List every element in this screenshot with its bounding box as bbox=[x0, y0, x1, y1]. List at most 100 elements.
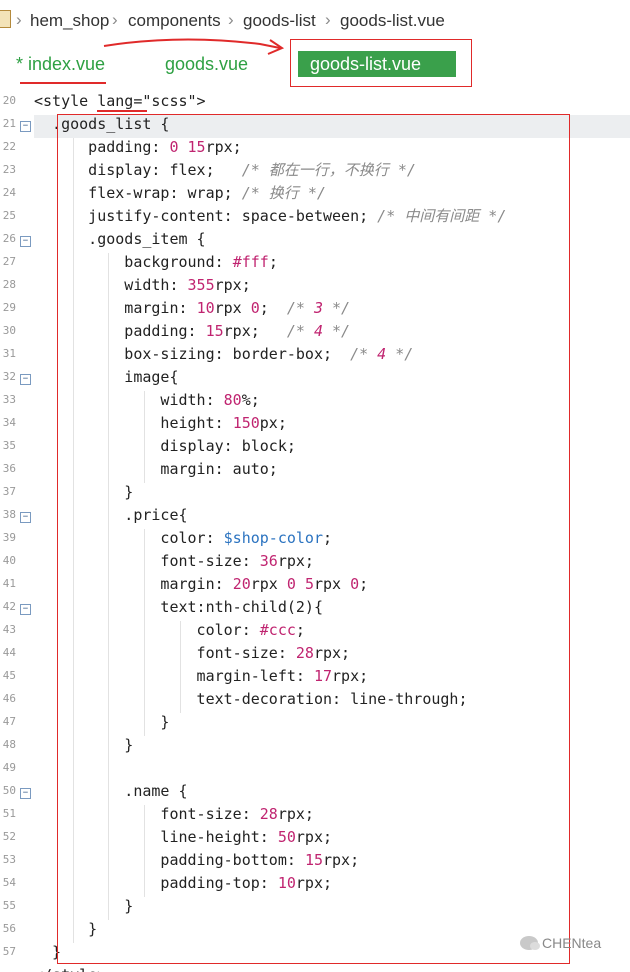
code-line: box-sizing: border-box; /* 4 */ bbox=[34, 345, 414, 363]
code-line: justify-content: space-between; /* 中间有间距… bbox=[34, 207, 507, 225]
line-number: 41 bbox=[2, 577, 16, 590]
tab-goods-list-vue[interactable]: goods-list.vue bbox=[298, 51, 456, 77]
code-line: font-size: 28rpx; bbox=[34, 805, 314, 823]
code-line: width: 80%; bbox=[34, 391, 260, 409]
line-number: 24 bbox=[2, 186, 16, 199]
line-number: 40 bbox=[2, 554, 16, 567]
chevron-right-icon: › bbox=[228, 10, 234, 29]
code-line: .goods_item { bbox=[34, 230, 206, 248]
code-line: } bbox=[34, 713, 170, 731]
code-line: text:nth-child(2){ bbox=[34, 598, 323, 616]
chevron-right-icon: › bbox=[112, 10, 118, 29]
code-line: } bbox=[34, 897, 134, 915]
line-number: 52 bbox=[2, 830, 16, 843]
code-line: display: flex; /* 都在一行，不换行 */ bbox=[34, 161, 416, 179]
line-number: 39 bbox=[2, 531, 16, 544]
line-number: 22 bbox=[2, 140, 16, 153]
code-line: color: #ccc; bbox=[34, 621, 305, 639]
fold-collapse-icon[interactable]: − bbox=[20, 374, 31, 385]
fold-collapse-icon[interactable]: − bbox=[20, 121, 31, 132]
tab-label: goods-list.vue bbox=[310, 54, 422, 74]
code-line: padding: 0 15rpx; bbox=[34, 138, 242, 156]
code-line: <style lang="scss"> bbox=[34, 92, 206, 110]
watermark-text: CHENtea bbox=[542, 935, 602, 951]
code-line: padding-top: 10rpx; bbox=[34, 874, 333, 892]
line-number: 53 bbox=[2, 853, 16, 866]
line-number: 54 bbox=[2, 876, 16, 889]
line-number: 26 bbox=[2, 232, 16, 245]
code-line: } bbox=[34, 483, 134, 501]
code-editor[interactable]: 20 21 22 23 24 25 26 27 28 29 30 31 32 3… bbox=[0, 90, 630, 972]
watermark: CHENtea bbox=[520, 935, 601, 951]
line-number: 50 bbox=[2, 784, 16, 797]
code-line-partial: </style> bbox=[34, 964, 106, 972]
code-line: background: #fff; bbox=[34, 253, 278, 271]
editor-tabs: * index.vue goods.vue goods-list.vue bbox=[0, 40, 630, 90]
fold-collapse-icon[interactable]: − bbox=[20, 512, 31, 523]
line-number: 21 bbox=[2, 117, 16, 130]
line-number: 42 bbox=[2, 600, 16, 613]
code-line: margin: 10rpx 0; /* 3 */ bbox=[34, 299, 351, 317]
line-number: 31 bbox=[2, 347, 16, 360]
code-line: color: $shop-color; bbox=[34, 529, 333, 547]
fold-collapse-icon[interactable]: − bbox=[20, 236, 31, 247]
code-line: line-height: 50rpx; bbox=[34, 828, 333, 846]
code-line: } bbox=[34, 920, 98, 938]
code-line: margin-left: 17rpx; bbox=[34, 667, 369, 685]
line-number: 57 bbox=[2, 945, 16, 958]
line-number: 34 bbox=[2, 416, 16, 429]
line-number: 49 bbox=[2, 761, 16, 774]
line-number: 33 bbox=[2, 393, 16, 406]
line-number: 45 bbox=[2, 669, 16, 682]
breadcrumb: › hem_shop › components › goods-list › g… bbox=[0, 0, 630, 40]
line-number: 46 bbox=[2, 692, 16, 705]
line-number: 48 bbox=[2, 738, 16, 751]
code-line: font-size: 36rpx; bbox=[34, 552, 314, 570]
line-number: 44 bbox=[2, 646, 16, 659]
breadcrumb-item-folder[interactable]: goods-list bbox=[243, 11, 316, 31]
code-line: display: block; bbox=[34, 437, 296, 455]
line-number: 25 bbox=[2, 209, 16, 222]
code-line: font-size: 28rpx; bbox=[34, 644, 351, 662]
breadcrumb-item-project[interactable]: hem_shop bbox=[30, 11, 109, 31]
line-number: 37 bbox=[2, 485, 16, 498]
line-number: 28 bbox=[2, 278, 16, 291]
line-number: 55 bbox=[2, 899, 16, 912]
chevron-right-icon: › bbox=[325, 10, 331, 29]
line-number: 43 bbox=[2, 623, 16, 636]
code-line: width: 355rpx; bbox=[34, 276, 251, 294]
line-number: 35 bbox=[2, 439, 16, 452]
line-number: 30 bbox=[2, 324, 16, 337]
line-number: 20 bbox=[2, 94, 16, 107]
line-number: 38 bbox=[2, 508, 16, 521]
code-line: padding-bottom: 15rpx; bbox=[34, 851, 360, 869]
tab-index-vue[interactable]: * index.vue bbox=[16, 54, 105, 75]
code-line: .goods_list { bbox=[34, 115, 170, 133]
code-line: } bbox=[34, 736, 134, 754]
line-number: 32 bbox=[2, 370, 16, 383]
code-line: image{ bbox=[34, 368, 179, 386]
chevron-right-icon: › bbox=[16, 10, 22, 29]
line-number: 51 bbox=[2, 807, 16, 820]
line-number: 23 bbox=[2, 163, 16, 176]
breadcrumb-item-components[interactable]: components bbox=[128, 11, 221, 31]
code-line: margin: auto; bbox=[34, 460, 278, 478]
wechat-icon bbox=[520, 936, 540, 950]
code-line: .name { bbox=[34, 782, 188, 800]
code-line: text-decoration: line-through; bbox=[34, 690, 468, 708]
line-number: 27 bbox=[2, 255, 16, 268]
code-line: padding: 15rpx; /* 4 */ bbox=[34, 322, 351, 340]
line-number: 56 bbox=[2, 922, 16, 935]
code-line: flex-wrap: wrap; /* 换行 */ bbox=[34, 184, 326, 202]
code-line: height: 150px; bbox=[34, 414, 287, 432]
code-line: } bbox=[34, 943, 62, 961]
line-number: 29 bbox=[2, 301, 16, 314]
code-line: margin: 20rpx 0 5rpx 0; bbox=[34, 575, 369, 593]
fold-collapse-icon[interactable]: − bbox=[20, 788, 31, 799]
fold-collapse-icon[interactable]: − bbox=[20, 604, 31, 615]
line-number: 47 bbox=[2, 715, 16, 728]
breadcrumb-item-file[interactable]: goods-list.vue bbox=[340, 11, 445, 31]
line-number: 36 bbox=[2, 462, 16, 475]
code-line: .price{ bbox=[34, 506, 188, 524]
folder-icon bbox=[0, 10, 11, 28]
